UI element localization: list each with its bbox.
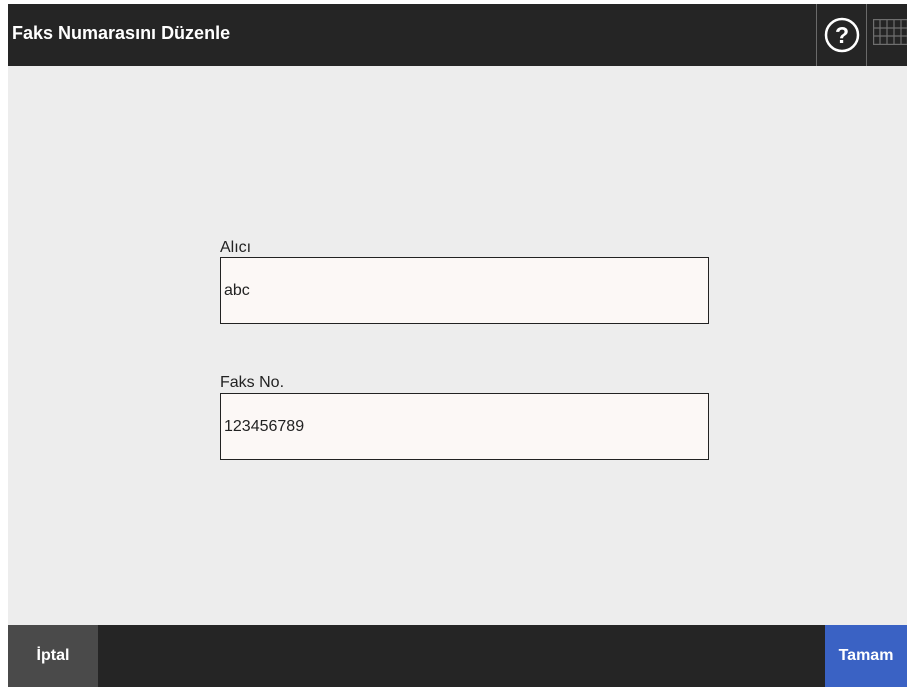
title-bar: Faks Numarasını Düzenle ? — [8, 4, 907, 66]
fax-number-input[interactable]: 123456789 — [220, 393, 709, 460]
recipient-label: Alıcı — [220, 239, 252, 256]
recipient-input[interactable]: abc — [220, 257, 709, 324]
fax-number-label: Faks No. — [220, 374, 285, 391]
cancel-button[interactable]: İptal — [8, 625, 98, 687]
footer-bar: İptal Tamam — [8, 625, 907, 687]
page-title: Faks Numarasını Düzenle — [12, 23, 231, 43]
window: Faks Numarasını Düzenle ? Alıcı abc Faks… — [8, 4, 907, 687]
keyboard-button[interactable] — [866, 4, 907, 66]
question-mark-circle-icon: ? — [824, 17, 860, 53]
help-button[interactable]: ? — [816, 4, 866, 66]
svg-text:?: ? — [834, 22, 848, 48]
ok-button[interactable]: Tamam — [825, 625, 907, 687]
keyboard-icon — [873, 19, 907, 50]
